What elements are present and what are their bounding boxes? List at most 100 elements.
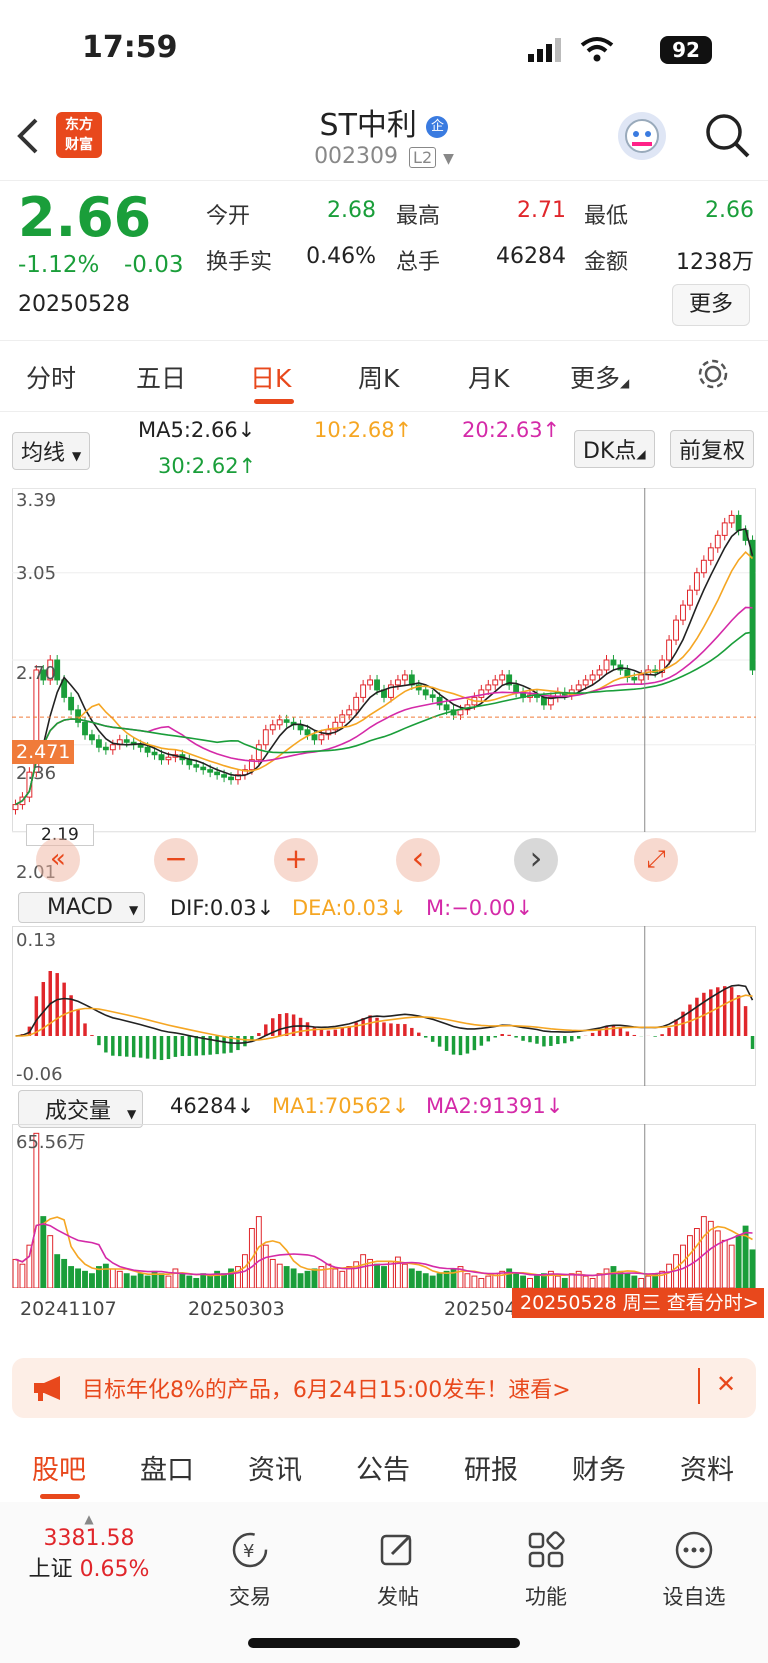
promo-banner[interactable]: 目标年化8%的产品，6月24日15:00发车！速看> ✕ [12,1358,756,1418]
volume-bar [374,1263,380,1288]
candle [714,534,721,549]
adjustment-button[interactable]: 前复权 [670,430,755,468]
volume-chart[interactable] [12,1124,756,1288]
volume-bar [130,1275,137,1288]
candle [638,674,645,681]
volume-bar [415,1270,422,1288]
tab-profile[interactable]: 资料 [680,1448,734,1487]
volume-bar [165,1275,172,1288]
nav-post[interactable]: 发帖 [348,1530,448,1611]
tab-five-day[interactable]: 五日 [136,359,186,395]
back-button[interactable] [16,116,40,166]
change-percent: -1.12% [18,252,100,278]
candle [158,754,165,761]
volume-bar [346,1266,353,1288]
ma-indicator-select[interactable]: 均线 ▼ [12,432,91,470]
tab-forum[interactable]: 股吧 [32,1448,86,1487]
candle [700,559,707,574]
stock-header: ST中利 企 002309 L2 ▼ 东方 财富 [0,100,768,181]
svg-text:¥: ¥ [243,1541,254,1562]
search-button[interactable] [700,108,756,164]
yen-cycle-icon: ¥ [232,1532,268,1568]
volume-bar [554,1275,561,1288]
index-widget[interactable]: ▲ 3381.58 上证 0.65% [24,1512,154,1583]
tab-more-label: 更多 [570,364,621,393]
volume-bar [61,1258,68,1288]
banner-close-button[interactable]: ✕ [716,1370,736,1398]
expand-chart-button[interactable]: ⤢ [634,838,678,882]
open-label: 今开 [206,204,251,229]
ma10-value: 10:2.68↑ [314,418,413,442]
wifi-icon [580,37,614,62]
tab-monthly-k[interactable]: 月K [468,359,509,395]
candle [207,769,214,773]
volume-indicator-select[interactable]: 成交量 ▼ [18,1090,144,1128]
nav-watchlist[interactable]: 设自选 [644,1530,744,1611]
low-label: 最低 [584,204,629,229]
volume-bar [422,1273,429,1288]
volume-bar [624,1273,631,1288]
candle [89,734,95,741]
more-quote-button[interactable]: 更多 [672,284,750,326]
macd-indicator-select[interactable]: MACD ▼ [18,892,146,923]
volume-bar [123,1273,130,1288]
nav-functions-label: 功能 [525,1585,567,1609]
chart-settings-button[interactable] [696,357,730,395]
volume-bar [179,1273,186,1288]
candle [707,547,714,561]
tab-weekly-k[interactable]: 周K [358,359,399,395]
volume-bar [527,1277,533,1288]
tab-announcements[interactable]: 公告 [356,1448,410,1487]
crosshair-date-tag[interactable]: 20250528 周三 查看分时> [512,1288,764,1318]
volume-bar [172,1268,179,1288]
volume-bar [262,1244,269,1288]
dropdown-icon: ▼ [72,449,82,463]
candle [680,604,686,621]
zoom-in-button[interactable]: + [274,838,318,882]
tab-daily-k[interactable]: 日K [250,359,291,395]
candle [582,679,589,686]
volume-frame [12,1124,756,1288]
kline-chart[interactable] [12,488,756,888]
ma30-value: 30:2.62↑ [158,454,257,478]
tab-research[interactable]: 研报 [464,1448,518,1487]
volume-bar [47,1235,54,1288]
tab-intraday[interactable]: 分时 [26,359,76,395]
nav-trade[interactable]: ¥ 交易 [200,1530,300,1611]
volume-bar [255,1216,262,1288]
tab-more[interactable]: 更多◢ [570,359,629,395]
tab-orderbook[interactable]: 盘口 [140,1448,194,1487]
robot-assistant-icon[interactable] [618,112,666,160]
stock-name: ST中利 [319,108,417,143]
scroll-left-button[interactable]: ‹ [396,838,440,882]
volume-bar [40,1216,47,1288]
jump-start-button[interactable]: « [36,838,80,882]
dk-point-button[interactable]: DK点◢ [574,430,655,468]
candle [485,684,492,691]
candle [200,766,207,771]
volume-bar [33,1132,40,1288]
scroll-right-button[interactable]: › [514,838,558,882]
volume-bar [332,1268,339,1288]
volume-bar [561,1277,568,1288]
candle [137,744,144,748]
corner-triangle-icon: ◢ [636,447,646,461]
volume-bar [221,1273,228,1288]
volume-bar [485,1275,492,1288]
turnover-value: 0.46% [306,244,376,269]
candle [339,714,346,723]
volume-bar [714,1230,721,1288]
gear-icon [698,359,728,389]
zoom-out-button[interactable]: − [154,838,198,882]
candle [186,759,193,766]
index-value: 3381.58 [43,1526,135,1551]
tab-news[interactable]: 资讯 [248,1448,302,1487]
volume-bar [429,1275,436,1288]
macd-chart[interactable] [12,926,756,1086]
tab-financials[interactable]: 财务 [572,1448,626,1487]
nav-functions[interactable]: 功能 [496,1530,596,1611]
enterprise-badge: 企 [426,115,449,138]
volume-bar [102,1263,109,1288]
candle [457,709,464,716]
volume-bar [158,1273,165,1288]
